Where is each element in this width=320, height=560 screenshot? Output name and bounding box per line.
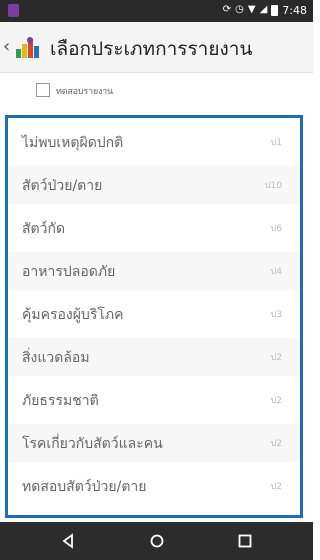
- test-report-label: ทดสอบรายงาน: [56, 87, 113, 97]
- nav-recent-apps-icon[interactable]: [233, 529, 257, 553]
- list-item-value: ป2: [270, 482, 282, 492]
- system-nav-bar: [0, 522, 313, 560]
- status-icons: ⟳ ◷ ▼ ◢ 7:48: [223, 3, 307, 17]
- list-item[interactable]: โรคเกี่ยวกับสัตว์และคน ป2: [8, 424, 300, 462]
- list-item-label: ทดสอบสัตว์ป่วย/ตาย: [22, 479, 147, 495]
- list-item-label: สิ่งแวดล้อม: [22, 350, 90, 366]
- test-report-checkbox[interactable]: [36, 83, 50, 97]
- wifi-icon: ▼: [247, 4, 256, 15]
- list-item-label: ไม่พบเหตุผิดปกติ: [22, 135, 124, 151]
- list-item[interactable]: ทดสอบสัตว์ป่วย/ตาย ป2: [8, 467, 300, 505]
- report-type-list: ไม่พบเหตุผิดปกติ ป1 สัตว์ป่วย/ตาย ป10 สั…: [5, 115, 303, 518]
- list-item-label: ภัยธรรมชาติ: [22, 393, 99, 409]
- list-item[interactable]: อาหารปลอดภัย ป4: [8, 252, 300, 290]
- nav-home-icon[interactable]: [145, 529, 169, 553]
- list-item-label: สัตว์กัด: [22, 221, 66, 237]
- list-item[interactable]: สัตว์ป่วย/ตาย ป10: [8, 166, 300, 204]
- list-item[interactable]: ไม่พบเหตุผิดปกติ ป1: [8, 123, 300, 161]
- list-item-value: ป2: [270, 396, 282, 406]
- list-item-label: สัตว์ป่วย/ตาย: [22, 178, 103, 194]
- page-title: เลือกประเภทการรายงาน: [50, 38, 253, 60]
- signal-icon: ◢: [259, 4, 268, 15]
- app-bar: ‹ เลือกประเภทการรายงาน: [0, 22, 313, 73]
- status-bar: ⟳ ◷ ▼ ◢ 7:48: [0, 0, 313, 22]
- list-item-value: ป4: [270, 267, 282, 277]
- app-logo-icon: [16, 37, 39, 58]
- list-item-label: คุ้มครองผู้บริโภค: [22, 307, 124, 323]
- list-item[interactable]: คุ้มครองผู้บริโภค ป3: [8, 295, 300, 333]
- list-item-value: ป3: [270, 310, 282, 320]
- list-item[interactable]: สิ่งแวดล้อม ป2: [8, 338, 300, 376]
- list-item-value: ป6: [270, 224, 282, 234]
- sync-icon: ⟳: [222, 4, 232, 15]
- back-arrow-icon[interactable]: ‹: [3, 36, 10, 57]
- list-item[interactable]: ภัยธรรมชาติ ป2: [8, 381, 300, 419]
- list-item-value: ป1: [270, 138, 282, 148]
- list-item-value: ป2: [270, 439, 282, 449]
- list-item-value: ป2: [270, 353, 282, 363]
- list-item-value: ป10: [264, 181, 282, 191]
- nav-back-icon[interactable]: [56, 529, 80, 553]
- status-time: 7:48: [282, 3, 307, 17]
- app-notification-icon: [8, 4, 19, 17]
- battery-icon: [271, 4, 279, 16]
- test-report-row[interactable]: ทดสอบรายงาน: [0, 74, 313, 110]
- list-item[interactable]: สัตว์กัด ป6: [8, 209, 300, 247]
- list-item-label: อาหารปลอดภัย: [22, 264, 116, 280]
- clock-icon: ◷: [235, 4, 244, 15]
- list-item-label: โรคเกี่ยวกับสัตว์และคน: [22, 436, 163, 452]
